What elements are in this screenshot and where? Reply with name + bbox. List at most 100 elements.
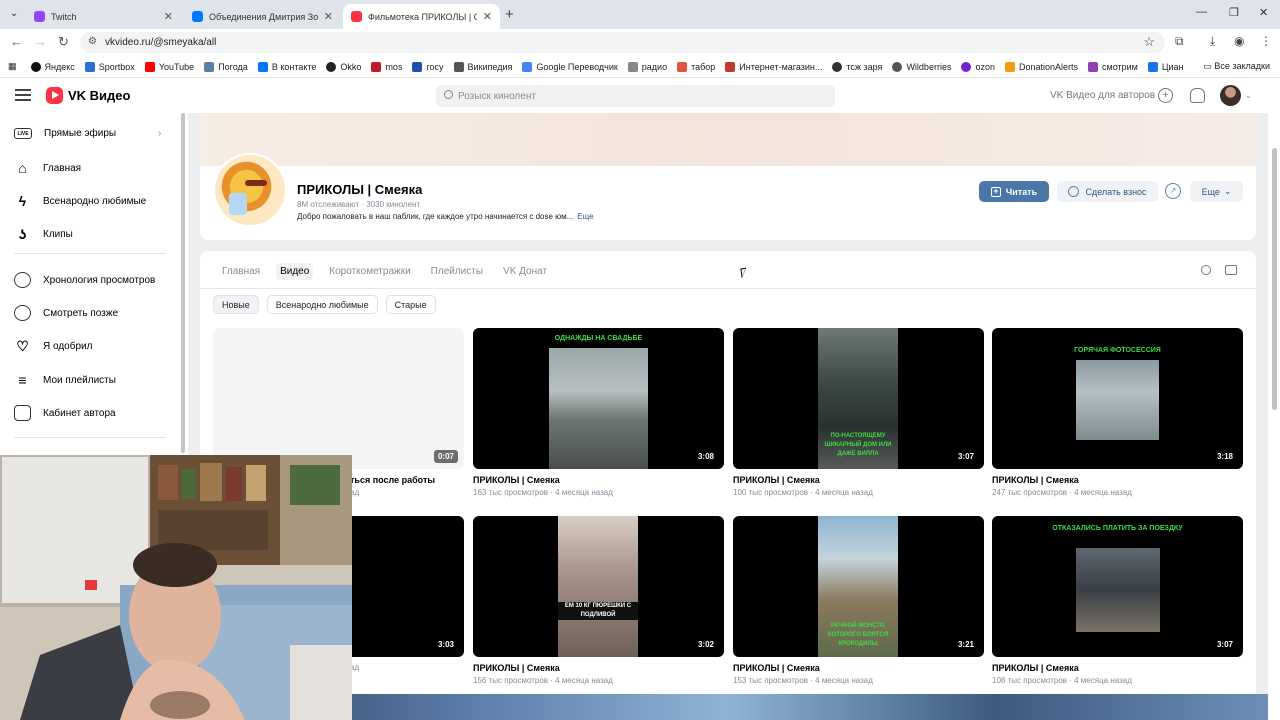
profile-icon[interactable]: ◉ bbox=[1234, 34, 1244, 48]
filter-old[interactable]: Старые bbox=[385, 295, 436, 314]
download-icon[interactable]: ⤓ bbox=[1210, 34, 1215, 49]
restore-icon[interactable]: ❐ bbox=[1229, 6, 1239, 19]
tab-search-chevron-icon[interactable]: ⌄ bbox=[6, 6, 22, 22]
share-icon[interactable]: ↗ bbox=[1165, 183, 1181, 199]
site-settings-icon[interactable]: ⚙ bbox=[88, 36, 97, 47]
video-title[interactable]: ПРИКОЛЫ | Смеяка bbox=[992, 475, 1243, 485]
close-window-icon[interactable]: ✕ bbox=[1259, 6, 1268, 19]
sidebar-item-history[interactable]: Хронология просмотров bbox=[14, 272, 155, 288]
video-title[interactable]: ПРИКОЛЫ | Смеяка bbox=[473, 475, 724, 485]
extensions-icon[interactable]: ⧉ bbox=[1175, 34, 1184, 49]
sidebar-item-clips[interactable]: ʖ Клипы bbox=[14, 226, 73, 242]
video-thumbnail[interactable]: 0:07 bbox=[213, 328, 464, 469]
video-title[interactable]: ПРИКОЛЫ | Смеяка bbox=[733, 475, 984, 485]
donate-icon bbox=[1068, 186, 1080, 197]
bookmark-label: В контакте bbox=[271, 61, 317, 72]
channel-search-icon[interactable] bbox=[1201, 265, 1211, 275]
sidebar-item-liked[interactable]: ♡ Я одобрил bbox=[14, 338, 92, 354]
bookmark[interactable]: Циан bbox=[1147, 61, 1184, 72]
subscribe-button[interactable]: + Читать bbox=[979, 181, 1049, 202]
video-thumbnail[interactable]: ОТКАЗАЛИСЬ ПЛАТИТЬ ЗА ПОЕЗДКУ 3:07 bbox=[992, 516, 1243, 657]
filter-new[interactable]: Новые bbox=[213, 295, 259, 314]
bookmark[interactable]: YouTube bbox=[144, 61, 194, 72]
bookmark[interactable]: ozon bbox=[961, 61, 995, 72]
video-card[interactable]: ЕМ 10 КГ ПЮРЕШКИ С ПОДЛИВОЙ 3:02 ПРИКОЛЫ… bbox=[473, 516, 724, 685]
filter-popular[interactable]: Всенародно любимые bbox=[266, 295, 378, 314]
video-title[interactable]: ПРИКОЛЫ | Смеяка bbox=[733, 663, 984, 673]
close-tab-icon[interactable]: ✕ bbox=[324, 10, 333, 23]
tab-home[interactable]: Главная bbox=[218, 263, 264, 280]
url-bar[interactable]: ⚙ vkvideo.ru/@smeyaka/all ☆ bbox=[80, 32, 1165, 53]
new-tab-button[interactable]: + bbox=[505, 6, 514, 23]
video-card[interactable]: ГОРЯЧАЯ ФОТОСЕССИЯ 3:18 ПРИКОЛЫ | Смеяка… bbox=[992, 328, 1243, 497]
chevron-down-icon[interactable]: ⌄ bbox=[1245, 91, 1252, 100]
notifications-bell-icon[interactable] bbox=[1190, 88, 1205, 103]
browser-menu-icon[interactable]: ⋮ bbox=[1260, 34, 1272, 48]
sidebar-item-watch-later[interactable]: Смотреть позже bbox=[14, 305, 118, 321]
tab-vk-donut[interactable]: VK Донат bbox=[499, 263, 551, 280]
sidebar-item-home[interactable]: ⌂ Главная bbox=[14, 160, 81, 176]
all-bookmarks-folder[interactable]: ▭ Все закладки bbox=[1203, 61, 1270, 72]
bookmark[interactable]: табор bbox=[677, 61, 715, 72]
message-icon[interactable] bbox=[1225, 265, 1237, 275]
sidebar-item-popular[interactable]: ϟ Всенародно любимые bbox=[14, 193, 146, 209]
donate-button[interactable]: Сделать взнос bbox=[1057, 181, 1158, 202]
authors-link[interactable]: VK Видео для авторов bbox=[1050, 90, 1155, 101]
bookmark[interactable]: Интернет-магазин... bbox=[725, 61, 822, 72]
browser-tab[interactable]: Объединения Дмитрия Зорин ✕ bbox=[184, 4, 341, 29]
browser-tab[interactable]: Twitch ✕ bbox=[26, 4, 181, 29]
bookmark-star-icon[interactable]: ☆ bbox=[1143, 34, 1155, 50]
video-thumbnail[interactable]: ЕМ 10 КГ ПЮРЕШКИ С ПОДЛИВОЙ 3:02 bbox=[473, 516, 724, 657]
bookmark[interactable]: Google Переводчик bbox=[522, 61, 618, 72]
bookmark[interactable]: тсж заря bbox=[832, 61, 882, 72]
back-icon[interactable]: ← bbox=[10, 34, 23, 49]
thumbnail-caption: ПО-НАСТОЯЩЕМУ ШИКАРНЫЙ ДОМ ИЛИ ДАЖЕ ВИЛЛ… bbox=[824, 433, 892, 457]
forward-icon[interactable]: → bbox=[34, 34, 47, 49]
bookmark[interactable]: Sportbox bbox=[84, 61, 135, 72]
sidebar-item-live[interactable]: LIVE Прямые эфиры › bbox=[14, 128, 161, 139]
tab-shorts[interactable]: Короткометражки bbox=[325, 263, 414, 280]
bookmark[interactable]: смотрим bbox=[1088, 61, 1138, 72]
close-tab-icon[interactable]: ✕ bbox=[164, 10, 173, 23]
bookmark[interactable]: радио bbox=[627, 61, 667, 72]
search-input[interactable]: Розыск кинолент bbox=[436, 85, 835, 107]
brand-logo[interactable]: VK Видео bbox=[46, 87, 130, 104]
reload-icon[interactable]: ↻ bbox=[58, 34, 69, 50]
video-thumbnail[interactable]: ГОРЯЧАЯ ФОТОСЕССИЯ 3:18 bbox=[992, 328, 1243, 469]
video-thumbnail[interactable]: ПО-НАСТОЯЩЕМУ ШИКАРНЫЙ ДОМ ИЛИ ДАЖЕ ВИЛЛ… bbox=[733, 328, 984, 469]
video-card[interactable]: ПО-НАСТОЯЩЕМУ ШИКАРНЫЙ ДОМ ИЛИ ДАЖЕ ВИЛЛ… bbox=[733, 328, 984, 497]
bookmark[interactable]: Wildberries bbox=[892, 61, 951, 72]
minimize-icon[interactable]: — bbox=[1196, 6, 1207, 18]
bookmark[interactable]: Погода bbox=[204, 61, 248, 72]
upload-plus-icon[interactable]: + bbox=[1158, 88, 1173, 103]
page-scrollbar[interactable] bbox=[1272, 148, 1277, 410]
menu-icon[interactable] bbox=[15, 89, 31, 101]
bookmark[interactable]: mos bbox=[371, 61, 402, 72]
bookmark[interactable]: DonationAlerts bbox=[1004, 61, 1078, 72]
video-thumbnail[interactable]: РЕЧНОЙ МОНСТР, КОТОРОГО БОЯТСЯ КРОКОДИЛЫ… bbox=[733, 516, 984, 657]
address-toolbar: ← → ↻ ⚙ vkvideo.ru/@smeyaka/all ☆ ⧉ ⤓ ◉ … bbox=[0, 29, 1280, 56]
sidebar-item-studio[interactable]: Кабинет автора bbox=[14, 405, 116, 421]
bookmark[interactable]: В контакте bbox=[257, 61, 317, 72]
channel-avatar[interactable] bbox=[213, 153, 287, 227]
video-thumbnail[interactable]: ОДНАЖДЫ НА СВАДЬБЕ 3:08 bbox=[473, 328, 724, 469]
description-more-link[interactable]: Еще bbox=[577, 212, 593, 221]
sidebar-item-playlists[interactable]: ≡ Мои плейлисты bbox=[14, 372, 116, 388]
close-tab-icon[interactable]: ✕ bbox=[483, 10, 492, 23]
video-card[interactable]: ОТКАЗАЛИСЬ ПЛАТИТЬ ЗА ПОЕЗДКУ 3:07 ПРИКО… bbox=[992, 516, 1243, 685]
bookmark[interactable]: Яндекс bbox=[30, 61, 75, 72]
tab-playlists[interactable]: Плейлисты bbox=[427, 263, 487, 280]
apps-grid-icon[interactable]: ▦ bbox=[8, 61, 17, 72]
user-avatar[interactable] bbox=[1220, 85, 1241, 106]
video-card[interactable]: ОДНАЖДЫ НА СВАДЬБЕ 3:08 ПРИКОЛЫ | Смеяка… bbox=[473, 328, 724, 497]
sidebar-scrollbar[interactable] bbox=[181, 113, 185, 453]
bookmark[interactable]: Okko bbox=[326, 61, 361, 72]
more-button[interactable]: Еще ⌄ bbox=[1190, 181, 1243, 202]
browser-tab-active[interactable]: Фильмотека ПРИКОЛЫ | Смея ✕ bbox=[343, 4, 500, 29]
bookmark[interactable]: Википедия bbox=[453, 61, 512, 72]
video-title[interactable]: ПРИКОЛЫ | Смеяка bbox=[473, 663, 724, 673]
tab-videos[interactable]: Видео bbox=[276, 263, 314, 280]
video-card[interactable]: РЕЧНОЙ МОНСТР, КОТОРОГО БОЯТСЯ КРОКОДИЛЫ… bbox=[733, 516, 984, 685]
bookmark[interactable]: госу bbox=[412, 61, 444, 72]
video-title[interactable]: ПРИКОЛЫ | Смеяка bbox=[992, 663, 1243, 673]
